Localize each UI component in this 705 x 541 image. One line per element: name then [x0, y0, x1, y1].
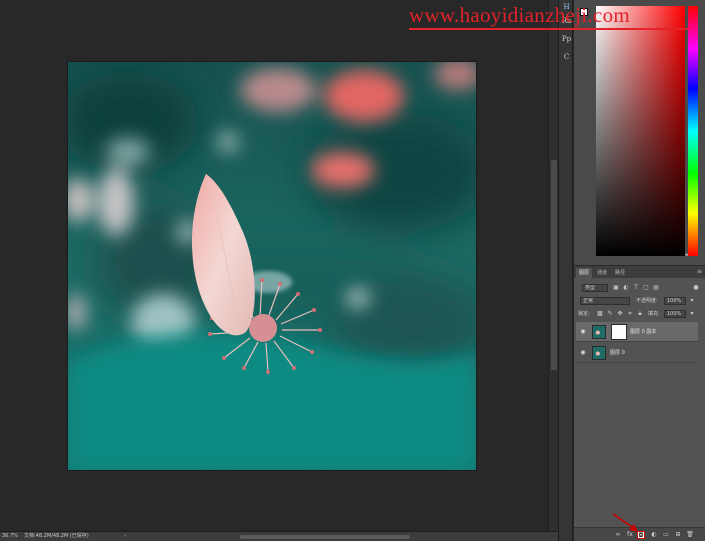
layer-mask-thumbnail[interactable]: [611, 324, 627, 340]
horizontal-scrollbar-thumb[interactable]: [240, 535, 410, 539]
filter-pixel-icon[interactable]: ▣: [612, 284, 620, 292]
panel-dock: H Ra Pp C: [558, 0, 573, 541]
layer-filter-row: 类型 ▣ ◐ T ▢ ▤ ●: [576, 283, 703, 293]
properties-panel-button[interactable]: Pp: [561, 34, 572, 45]
canvas-area[interactable]: [0, 0, 548, 531]
blend-row: 正常 不透明度: 100% ▾: [576, 296, 703, 306]
saturation-brightness-field[interactable]: [596, 6, 685, 256]
filter-type-icon[interactable]: T: [632, 284, 640, 292]
layer-row[interactable]: ◉ 图层 0 副本: [576, 322, 698, 342]
lock-image-icon[interactable]: ✎: [606, 310, 614, 318]
lock-position-icon[interactable]: ✥: [616, 310, 624, 318]
filter-smart-object-icon[interactable]: ▤: [652, 284, 660, 292]
add-layer-mask-icon[interactable]: ◘: [637, 531, 645, 539]
zoom-level[interactable]: 36.7%: [2, 532, 18, 541]
watermark-text: www.haoyidianzheji.com: [409, 3, 631, 27]
layers-panel-tabs: 图层 通道 路径 ≡: [574, 266, 705, 278]
lock-row: 锁定: ▩ ✎ ✥ ⌗ 🔒︎ 填充: 100% ▾: [576, 309, 703, 319]
filter-shape-icon[interactable]: ▢: [642, 284, 650, 292]
add-layer-style-icon[interactable]: fx: [626, 531, 634, 539]
lock-artboard-icon[interactable]: ⌗: [626, 310, 634, 318]
layer-row[interactable]: ◉ 图层 0: [576, 343, 698, 363]
hue-slider[interactable]: [688, 6, 698, 256]
layer-thumbnail[interactable]: [592, 325, 606, 339]
delete-layer-icon[interactable]: 🗑: [686, 531, 694, 539]
fill-label: 填充:: [648, 311, 660, 317]
layer-name[interactable]: 图层 0 副本: [630, 329, 656, 335]
panel-menu-icon[interactable]: ≡: [697, 268, 702, 276]
document-info: 文档:48.2M/48.2M (已保存): [24, 533, 89, 539]
layer-thumbnail[interactable]: [592, 346, 606, 360]
link-layers-icon[interactable]: ∞: [614, 531, 622, 539]
status-bar: 36.7% 文档:48.2M/48.2M (已保存) ›: [0, 531, 558, 541]
tab-channels[interactable]: 通道: [594, 268, 610, 278]
character-panel-button[interactable]: C: [561, 52, 572, 63]
vertical-scrollbar-thumb[interactable]: [551, 160, 557, 370]
tab-paths[interactable]: 路径: [612, 268, 628, 278]
hue-slider-marker-icon[interactable]: ◂: [685, 252, 689, 258]
status-menu-arrow[interactable]: ›: [124, 532, 126, 541]
lock-all-icon[interactable]: 🔒︎: [636, 310, 644, 318]
fill-input[interactable]: 100%: [664, 310, 686, 318]
lock-label: 锁定:: [578, 311, 590, 317]
opacity-input[interactable]: 100%: [664, 297, 686, 305]
new-group-icon[interactable]: ▭: [662, 531, 670, 539]
document-image[interactable]: [68, 62, 476, 470]
vertical-scrollbar[interactable]: [548, 0, 558, 531]
photoshop-window: 36.7% 文档:48.2M/48.2M (已保存) › H Ra Pp C ◂…: [0, 0, 705, 541]
color-picker-panel: ◂: [574, 0, 705, 265]
visibility-eye-icon[interactable]: ◉: [579, 349, 587, 357]
lotus-photo: [68, 62, 476, 470]
opacity-dropdown-icon[interactable]: ▾: [688, 297, 696, 305]
filter-adjustment-icon[interactable]: ◐: [622, 284, 630, 292]
tab-layers[interactable]: 图层: [576, 268, 593, 278]
new-layer-icon[interactable]: ⊞: [674, 531, 682, 539]
layer-name[interactable]: 图层 0: [610, 350, 625, 356]
blend-mode-select[interactable]: 正常: [580, 297, 630, 305]
new-adjustment-layer-icon[interactable]: ◐: [650, 531, 658, 539]
filter-toggle-icon[interactable]: ●: [692, 284, 700, 292]
opacity-label: 不透明度:: [636, 298, 658, 304]
watermark-underline: [409, 28, 689, 30]
layers-panel: 图层 通道 路径 ≡ 类型 ▣ ◐ T ▢ ▤ ● 正常 不透明度: 100% …: [574, 265, 705, 541]
layers-panel-footer: ∞ fx ◘ ◐ ▭ ⊞ 🗑: [574, 527, 705, 541]
fill-dropdown-icon[interactable]: ▾: [688, 310, 696, 318]
visibility-eye-icon[interactable]: ◉: [579, 328, 587, 336]
lock-transparent-icon[interactable]: ▩: [596, 310, 604, 318]
layer-filter-kind-select[interactable]: 类型: [582, 284, 608, 292]
